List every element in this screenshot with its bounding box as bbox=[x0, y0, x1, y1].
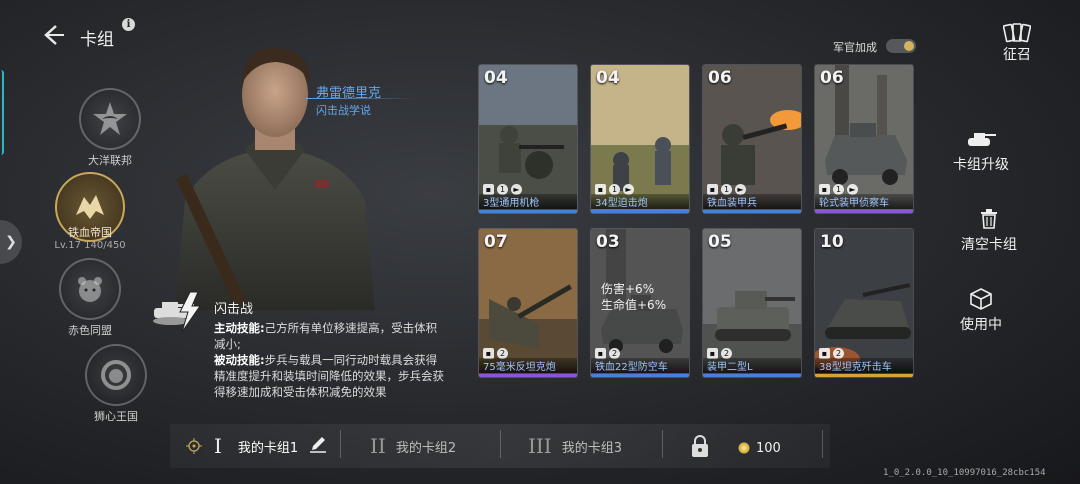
tab-separator bbox=[500, 430, 501, 458]
card-name: 装甲二型L bbox=[703, 358, 801, 373]
card-cost: 06 bbox=[820, 68, 844, 88]
rarity-bar bbox=[591, 374, 689, 377]
in-use-button[interactable]: 使用中 bbox=[936, 286, 1026, 334]
unlock-price: 100 bbox=[756, 440, 781, 456]
buff-line: 伤害+6% bbox=[601, 282, 655, 296]
clear-deck-button[interactable]: 清空卡组 bbox=[944, 206, 1034, 254]
unit-card[interactable]: 04 ▪ 1 ► 34型迫击炮 bbox=[590, 64, 690, 214]
unit-card[interactable]: 05 ▪ 2 装甲二型L bbox=[702, 228, 802, 378]
rarity-bar bbox=[703, 374, 801, 377]
bear-icon bbox=[59, 258, 121, 320]
card-name: 38型坦克歼击车 bbox=[815, 358, 913, 373]
officer-buff-text: 伤害+6% 生命值+6% bbox=[601, 281, 666, 313]
lion-icon bbox=[85, 344, 147, 406]
card-name: 轮式装甲侦察车 bbox=[815, 194, 913, 209]
skill-name: 闪击战 bbox=[214, 302, 254, 317]
edit-name-icon[interactable] bbox=[308, 434, 328, 458]
card-cost: 05 bbox=[708, 232, 732, 252]
rarity-bar bbox=[815, 374, 913, 377]
tab-separator bbox=[822, 430, 823, 458]
card-name: 铁血22型防空车 bbox=[591, 358, 689, 373]
back-arrow-icon bbox=[44, 25, 64, 45]
expand-arrow-icon[interactable]: ❯ bbox=[0, 220, 22, 264]
version-string: 1_0_2.0.0_10_10997016_28cbc154 bbox=[883, 468, 1046, 478]
star-eagle-icon bbox=[79, 88, 141, 150]
card-cost: 07 bbox=[484, 232, 508, 252]
card-cost: 04 bbox=[484, 68, 508, 88]
card-name: 75毫米反坦克炮 bbox=[479, 358, 577, 373]
deck-tab-2[interactable]: II 我的卡组2 bbox=[370, 434, 456, 458]
tank-upgrade-icon bbox=[936, 126, 1026, 152]
active-skill-label: 主动技能: bbox=[214, 321, 265, 335]
locked-deck-slot[interactable]: 100 bbox=[690, 434, 781, 462]
unit-card[interactable]: 04 ▪ 1 ► 3型通用机枪 bbox=[478, 64, 578, 214]
card-cost: 04 bbox=[596, 68, 620, 88]
skill-description: 主动技能:己方所有单位移速提高，受击体积减小; 被动技能:步兵与载具一同行动时载… bbox=[214, 320, 444, 400]
rarity-bar bbox=[591, 210, 689, 213]
card-name: 34型迫击炮 bbox=[591, 194, 689, 209]
faction-iron-empire[interactable]: 铁血帝国 Lv.17 140/450 bbox=[50, 172, 130, 251]
rarity-bar bbox=[815, 210, 913, 213]
faction-lionheart-kingdom[interactable]: 狮心王国 bbox=[76, 344, 156, 424]
trash-icon bbox=[944, 206, 1034, 232]
unit-card[interactable]: 07 ▪ 2 75毫米反坦克炮 bbox=[478, 228, 578, 378]
officer-doctrine: 闪击战学说 bbox=[316, 104, 371, 117]
back-button[interactable] bbox=[38, 20, 68, 50]
faction-ocean-federation[interactable]: 大洋联邦 bbox=[70, 88, 150, 168]
unit-card[interactable]: 06 ▪ 1 ► 铁血装甲兵 bbox=[702, 64, 802, 214]
coin-icon bbox=[738, 439, 750, 458]
card-name: 铁血装甲兵 bbox=[703, 194, 801, 209]
deck-tab-1[interactable]: I 我的卡组1 bbox=[214, 434, 328, 458]
officer-portrait bbox=[165, 40, 385, 310]
crosshair-icon bbox=[186, 438, 202, 458]
rarity-bar bbox=[479, 210, 577, 213]
page-title: 卡组 bbox=[80, 30, 114, 50]
lock-icon bbox=[690, 434, 710, 462]
rarity-bar bbox=[703, 210, 801, 213]
passive-skill-label: 被动技能: bbox=[214, 353, 265, 367]
info-icon[interactable]: i bbox=[122, 18, 135, 31]
card-cost: 06 bbox=[708, 68, 732, 88]
faction-red-alliance[interactable]: 赤色同盟 bbox=[50, 258, 130, 338]
officer-divider bbox=[306, 98, 416, 99]
unit-card[interactable]: 03 伤害+6% 生命值+6% ▪ 2 铁血22型防空车 bbox=[590, 228, 690, 378]
rarity-bar bbox=[479, 374, 577, 377]
deck-tab-3[interactable]: III 我的卡组3 bbox=[528, 434, 622, 458]
cube-icon bbox=[936, 286, 1026, 312]
edge-accent bbox=[0, 70, 4, 155]
officer-bonus-label: 军官加成 bbox=[833, 41, 877, 54]
buff-line: 生命值+6% bbox=[601, 298, 667, 312]
tab-separator bbox=[340, 430, 341, 458]
card-cost: 10 bbox=[820, 232, 844, 252]
card-cost: 03 bbox=[596, 232, 620, 252]
card-name: 3型通用机枪 bbox=[479, 194, 577, 209]
recruit-button[interactable]: 征召 bbox=[972, 20, 1062, 64]
deck-upgrade-button[interactable]: 卡组升级 bbox=[936, 126, 1026, 174]
unit-card[interactable]: 06 ▪ 1 ► 轮式装甲侦察车 bbox=[814, 64, 914, 214]
cards-icon bbox=[972, 20, 1062, 46]
tab-separator bbox=[662, 430, 663, 458]
officer-bonus-toggle[interactable] bbox=[886, 39, 916, 53]
unit-card[interactable]: 10 ▪ 2 38型坦克歼击车 bbox=[814, 228, 914, 378]
blitz-tank-lightning-icon bbox=[150, 290, 206, 334]
